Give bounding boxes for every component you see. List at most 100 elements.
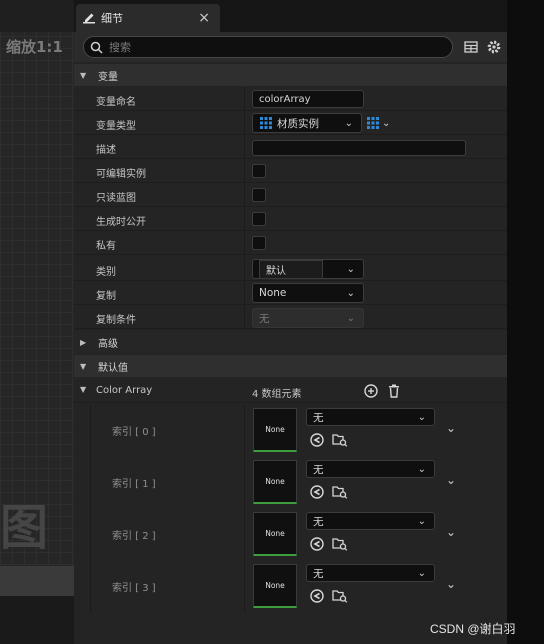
asset-picker-value: 无 xyxy=(313,463,324,476)
asset-thumbnail[interactable]: None xyxy=(253,460,297,504)
browse-folder-icon[interactable] xyxy=(332,432,348,447)
details-panel: 细节 × ▼ 变量 变量命名 colorArray xyxy=(74,0,507,644)
variable-name-field[interactable]: colorArray xyxy=(252,90,364,108)
section-variables[interactable]: ▼ 变量 xyxy=(74,64,507,86)
description-label: 描述 xyxy=(96,145,116,156)
tab-title: 细节 xyxy=(101,12,123,25)
variable-type-dropdown[interactable]: 材质实例 ⌄ xyxy=(252,113,362,133)
asset-picker-dropdown[interactable]: 无 ⌄ xyxy=(306,512,435,530)
column-divider xyxy=(244,159,245,183)
array-element-row: 索引 [ 0 ] None 无 ⌄ ⌄ xyxy=(90,405,507,457)
column-divider xyxy=(244,231,245,255)
column-divider xyxy=(244,405,245,457)
close-icon[interactable]: × xyxy=(198,11,210,25)
row-category: 类别 默认 ⌄ xyxy=(74,257,507,281)
row-instance-editable: 可编辑实例 xyxy=(74,159,507,183)
asset-picker-value: 无 xyxy=(313,515,324,528)
chevron-down-icon[interactable]: ⌄ xyxy=(446,473,456,487)
graph-bottom-area xyxy=(0,596,74,644)
use-selected-asset-icon[interactable] xyxy=(310,485,324,499)
row-description: 描述 xyxy=(74,135,507,159)
replication-condition-dropdown[interactable]: 无 ⌄ xyxy=(252,308,364,328)
chevron-down-icon: ⌄ xyxy=(346,263,355,275)
color-array-label: Color Array xyxy=(96,385,153,396)
row-expose-on-spawn: 生成时公开 xyxy=(74,207,507,231)
search-box[interactable] xyxy=(83,36,453,58)
column-divider xyxy=(244,183,245,207)
expose-on-spawn-checkbox[interactable] xyxy=(252,212,266,226)
chevron-down-icon: ▼ xyxy=(80,70,87,80)
pencil-icon xyxy=(83,13,95,24)
search-input[interactable] xyxy=(109,40,429,54)
chevron-down-icon[interactable]: ⌄ xyxy=(446,525,456,539)
tab-details[interactable]: 细节 × xyxy=(76,4,220,32)
private-checkbox[interactable] xyxy=(252,236,266,250)
use-selected-asset-icon[interactable] xyxy=(310,589,324,603)
chevron-down-icon[interactable]: ⌄ xyxy=(446,577,456,591)
section-label: 变量 xyxy=(98,71,118,83)
section-default-value[interactable]: ▼ 默认值 xyxy=(74,355,507,377)
column-divider xyxy=(244,207,245,231)
category-field[interactable]: 默认 xyxy=(259,259,323,279)
array-element-row: 索引 [ 2 ] None 无 ⌄ ⌄ xyxy=(90,509,507,561)
search-row xyxy=(74,32,507,62)
array-grid-icon xyxy=(367,117,379,129)
graph-viewport[interactable]: 缩放1:1 图 xyxy=(0,0,74,644)
blueprint-readonly-checkbox[interactable] xyxy=(252,188,266,202)
row-private: 私有 xyxy=(74,231,507,255)
chevron-down-icon: ⌄ xyxy=(417,411,426,423)
array-element-row: 索引 [ 1 ] None 无 ⌄ ⌄ xyxy=(90,457,507,509)
use-selected-asset-icon[interactable] xyxy=(310,537,324,551)
graph-bottom-bar xyxy=(0,566,74,596)
row-replication: 复制 None ⌄ xyxy=(74,281,507,305)
replication-dropdown[interactable]: None ⌄ xyxy=(252,283,364,303)
trash-icon[interactable] xyxy=(388,384,400,398)
gear-icon[interactable] xyxy=(486,39,502,55)
browse-folder-icon[interactable] xyxy=(332,536,348,551)
asset-thumbnail[interactable]: None xyxy=(253,512,297,556)
table-view-icon[interactable] xyxy=(464,40,478,54)
column-divider xyxy=(244,457,245,509)
chevron-down-icon: ⌄ xyxy=(417,567,426,579)
row-variable-name: 变量命名 colorArray xyxy=(74,87,507,111)
array-count: 4 数组元素 xyxy=(252,389,302,400)
browse-folder-icon[interactable] xyxy=(332,588,348,603)
row-blueprint-readonly: 只读蓝图 xyxy=(74,183,507,207)
expose-on-spawn-label: 生成时公开 xyxy=(96,217,146,228)
asset-picker-dropdown[interactable]: 无 ⌄ xyxy=(306,564,435,582)
container-type-dropdown[interactable]: ⌄ xyxy=(366,116,390,130)
section-label: 高级 xyxy=(98,338,118,350)
column-divider xyxy=(244,305,245,329)
category-label: 类别 xyxy=(96,267,116,278)
variable-type-label: 变量类型 xyxy=(96,121,136,132)
graph-top-strip xyxy=(0,0,74,32)
row-color-array[interactable]: ▼ Color Array 4 数组元素 xyxy=(74,379,507,403)
chevron-down-icon: ▼ xyxy=(80,361,87,371)
browse-folder-icon[interactable] xyxy=(332,484,348,499)
section-advanced[interactable]: ▶ 高级 xyxy=(74,331,507,353)
asset-picker-dropdown[interactable]: 无 ⌄ xyxy=(306,408,435,426)
section-label: 默认值 xyxy=(98,362,128,374)
chevron-down-icon[interactable]: ⌄ xyxy=(446,421,456,435)
replication-condition-value: 无 xyxy=(259,312,270,325)
array-element-label: 索引 [ 1 ] xyxy=(112,479,156,490)
replication-value: None xyxy=(259,287,287,299)
chevron-down-icon: ⌄ xyxy=(417,515,426,527)
search-icon xyxy=(90,41,103,54)
asset-picker-value: 无 xyxy=(313,567,324,580)
chevron-down-icon: ⌄ xyxy=(346,312,355,324)
use-selected-asset-icon[interactable] xyxy=(310,433,324,447)
category-dropdown[interactable]: 默认 ⌄ xyxy=(252,259,364,279)
csdn-watermark: CSDN @谢白羽 xyxy=(430,622,516,636)
asset-thumbnail[interactable]: None xyxy=(253,564,297,608)
right-edge-strip xyxy=(507,0,544,644)
instance-editable-label: 可编辑实例 xyxy=(96,169,146,180)
material-grid-icon xyxy=(260,117,272,129)
asset-picker-dropdown[interactable]: 无 ⌄ xyxy=(306,460,435,478)
add-element-icon[interactable] xyxy=(364,384,378,398)
instance-editable-checkbox[interactable] xyxy=(252,164,266,178)
tab-bar: 细节 × xyxy=(74,0,507,32)
description-field[interactable] xyxy=(252,140,466,156)
asset-thumbnail[interactable]: None xyxy=(253,408,297,452)
column-divider xyxy=(244,111,245,135)
